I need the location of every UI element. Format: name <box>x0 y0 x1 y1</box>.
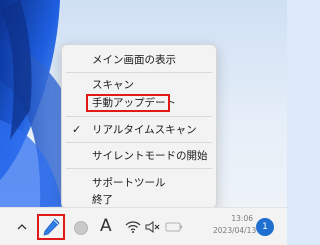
battery-icon[interactable] <box>165 221 183 233</box>
volume-muted-icon[interactable] <box>145 220 161 234</box>
taskbar: A 13:06 2023/04/13 1 <box>0 207 287 245</box>
menu-item-label: 終了 <box>92 194 113 206</box>
menu-item-label: スキャン <box>92 79 134 91</box>
font-icon[interactable]: A <box>100 216 112 236</box>
checkmark-icon: ✓ <box>72 123 82 136</box>
notification-badge[interactable]: 1 <box>256 218 274 236</box>
highlight-box <box>86 94 170 112</box>
menu-item-label: リアルタイムスキャン <box>92 124 197 136</box>
security-app-tray-icon[interactable] <box>37 214 65 240</box>
menu-item-label: サイレントモードの開始 <box>92 150 208 162</box>
menu-separator <box>66 142 212 143</box>
wifi-icon[interactable] <box>125 220 141 234</box>
menu-separator <box>66 116 212 117</box>
circle-icon[interactable] <box>74 221 88 235</box>
menu-separator <box>66 72 212 73</box>
tray-context-menu: メイン画面の表示 スキャン 手動アップデート ✓ リアルタイムスキャン サイレン… <box>61 44 217 209</box>
menu-item-label: サポートツール <box>92 177 166 189</box>
clock-date: 2023/04/13 <box>213 226 257 235</box>
clock[interactable]: 13:06 2023/04/13 <box>213 213 257 237</box>
menu-item-label: メイン画面の表示 <box>92 54 176 66</box>
clock-time: 13:06 <box>231 214 253 223</box>
pen-icon <box>43 218 60 236</box>
chevron-up-icon[interactable] <box>15 220 29 234</box>
menu-separator <box>66 168 212 169</box>
